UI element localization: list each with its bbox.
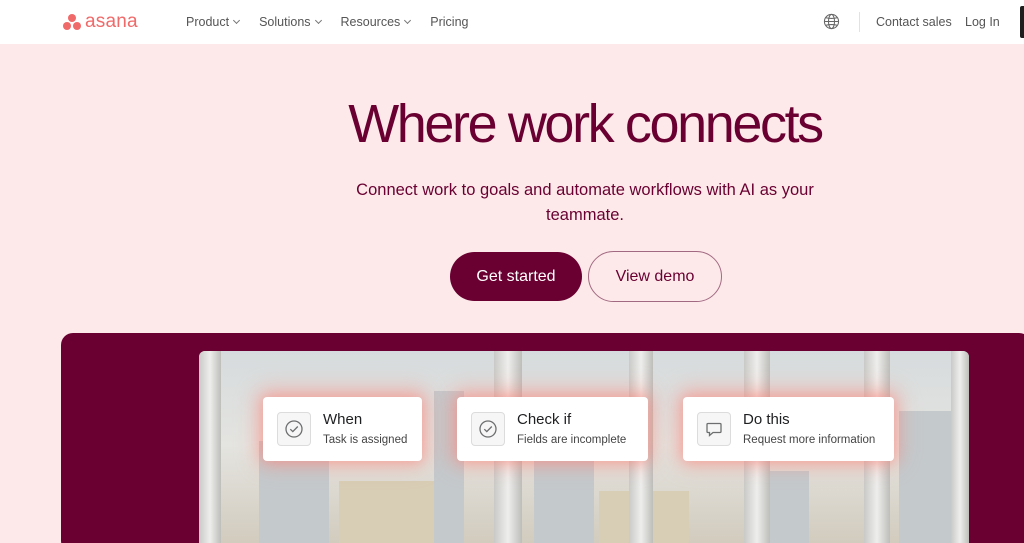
product-showcase: When Task is assigned Check if Fields ar… [61,333,1024,543]
nav-resources[interactable]: Resources [340,14,412,30]
window-frame [951,351,969,543]
card-title: Check if [517,410,572,428]
workflow-card-when[interactable]: When Task is assigned [263,397,422,461]
nav-pricing-label: Pricing [430,15,469,29]
nav-solutions-label: Solutions [259,15,311,29]
window-frame [199,351,221,543]
nav-pricing[interactable]: Pricing [430,14,468,30]
card-text: Check if Fields are incomplete [517,411,626,448]
skyline-building [534,461,594,543]
card-text: Do this Request more information [743,411,875,448]
card-description: Fields are incomplete [517,433,627,446]
brand-name: asana [85,11,138,32]
chevron-down-icon [404,16,412,25]
skyline-building [899,411,959,543]
get-started-button[interactable]: Get started [450,252,582,301]
nav-product[interactable]: Product [186,14,241,30]
workflow-card-check-if[interactable]: Check if Fields are incomplete [457,397,648,461]
check-circle-icon [277,412,311,446]
comment-icon [697,412,731,446]
card-title: When [323,410,363,428]
asana-logo[interactable]: asana [62,11,138,33]
card-description: Request more information [743,433,876,446]
workflow-card-do-this[interactable]: Do this Request more information [683,397,894,461]
chevron-down-icon [233,16,241,25]
nav-divider [859,12,860,32]
card-title: Do this [743,410,790,428]
check-circle-icon [471,412,505,446]
login-link[interactable]: Log In [965,14,1000,30]
chevron-down-icon [314,16,322,25]
nav-solutions[interactable]: Solutions [259,14,322,30]
hero-subtitle: Connect work to goals and automate workf… [356,181,814,224]
view-demo-button[interactable]: View demo [588,251,722,302]
nav-resources-label: Resources [340,15,401,29]
window-edge [1020,6,1024,38]
hero-title: Where work connects [348,94,824,154]
top-nav: asana Product Solutions Resources Pricin… [0,0,1024,44]
card-text: When Task is assigned [323,411,407,448]
office-window-image: When Task is assigned Check if Fields ar… [199,351,969,543]
asana-logo-icon [62,13,82,31]
card-description: Task is assigned [323,433,408,446]
globe-icon[interactable] [823,13,840,30]
nav-links: Product Solutions Resources Pricing [186,14,489,30]
nav-product-label: Product [186,15,230,29]
contact-sales-link[interactable]: Contact sales [876,14,952,30]
